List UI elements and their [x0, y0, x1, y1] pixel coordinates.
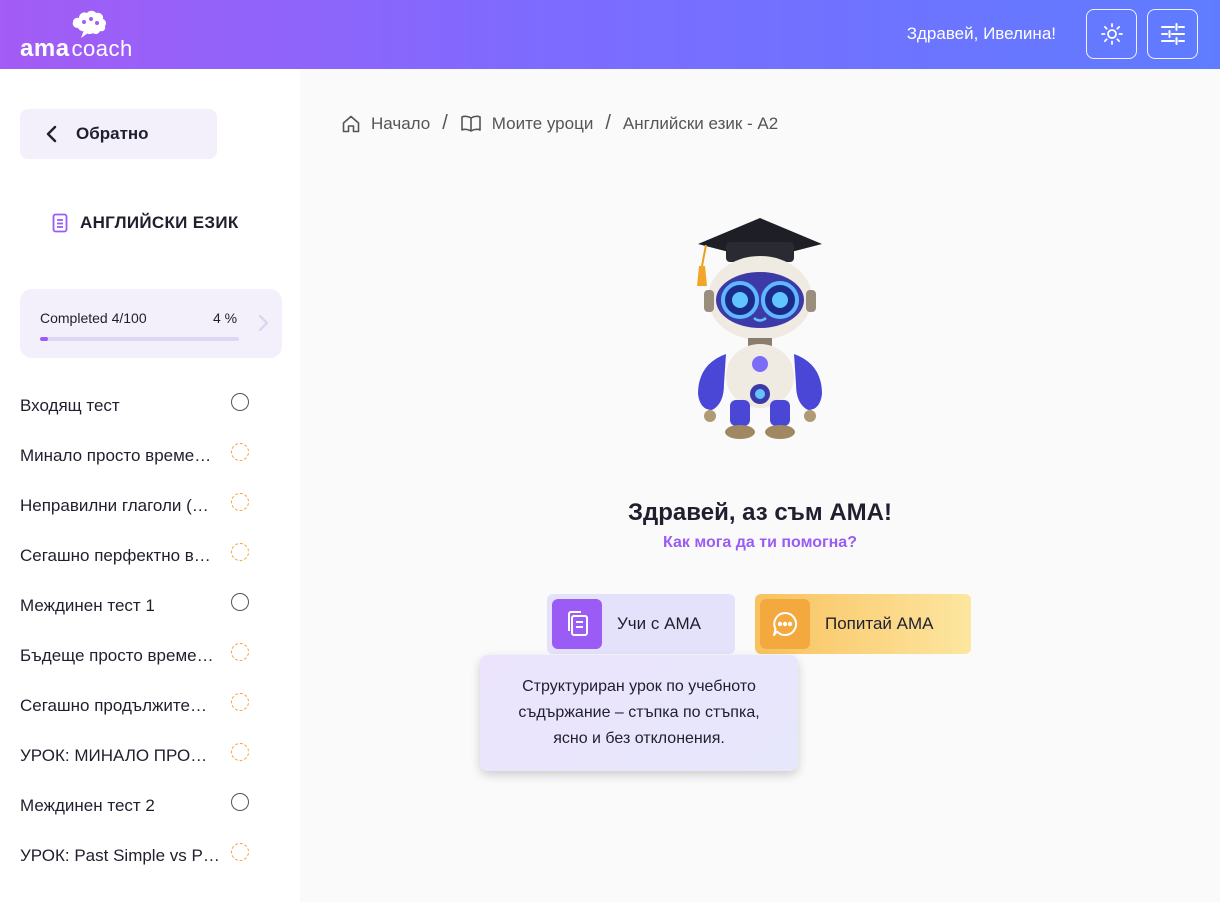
status-pending-icon	[231, 643, 249, 661]
sun-icon	[1100, 23, 1123, 45]
status-pending-icon	[231, 493, 249, 511]
ama-robot-mascot	[697, 218, 822, 439]
lesson-sidebar: Обратно АНГЛИЙСКИ ЕЗИК Completed 4/100 4…	[0, 69, 300, 902]
breadcrumb-current-label: Английски език - А2	[622, 113, 779, 133]
status-pending-icon	[231, 743, 249, 761]
course-title: АНГЛИЙСКИ ЕЗИК	[52, 213, 239, 233]
lesson-item[interactable]: Входящ тест	[20, 381, 260, 431]
hero-title: Здравей, аз съм АМА!	[628, 499, 892, 526]
breadcrumb-my-lessons[interactable]: Моите уроци	[460, 113, 594, 134]
chat-bubble-icon	[773, 611, 798, 636]
breadcrumb-home-label: Начало	[371, 113, 431, 133]
lesson-name: Бъдеще просто време…	[20, 646, 214, 665]
status-circle-icon	[231, 393, 249, 411]
status-pending-icon	[231, 843, 249, 861]
breadcrumb-current: Английски език - А2	[623, 114, 778, 134]
back-button-label: Обратно	[76, 124, 149, 143]
learn-icon-box	[552, 599, 602, 649]
logo-sub-text: coach	[71, 36, 133, 61]
lesson-name: Неправилни глаголи (…	[20, 496, 209, 515]
settings-button[interactable]	[1147, 9, 1198, 59]
lesson-item[interactable]: Неправилни глаголи (…	[20, 481, 260, 531]
logo-main-text: ama	[20, 35, 70, 62]
back-button[interactable]: Обратно	[20, 109, 217, 159]
learn-tooltip: Структуриран урок по учебното съдържание…	[480, 655, 798, 771]
chevron-left-icon	[46, 125, 57, 143]
lesson-item[interactable]: Сегашно продължите…	[20, 681, 260, 731]
learn-tooltip-text: Структуриран урок по учебното съдържание…	[518, 678, 760, 747]
ama-coach-logo[interactable]: amacoach	[18, 8, 148, 62]
lesson-name: Минало просто време…	[20, 446, 212, 465]
breadcrumb-home[interactable]: Начало	[341, 114, 430, 134]
lesson-item[interactable]: Минало просто време…	[20, 431, 260, 481]
status-pending-icon	[231, 443, 249, 461]
open-book-icon	[460, 115, 481, 132]
theme-toggle-button[interactable]	[1086, 9, 1137, 59]
lesson-item[interactable]: Междинен тест 2	[20, 781, 260, 831]
lesson-name: УРОК: МИНАЛО ПРО…	[20, 746, 208, 765]
ask-button-label: Попитай АМА	[825, 614, 934, 633]
user-greeting: Здравей, Ивелина!	[906, 24, 1056, 43]
breadcrumb-my-lessons-label: Моите уроци	[491, 113, 594, 133]
lesson-item[interactable]: УРОК: МИНАЛО ПРО…	[20, 731, 260, 781]
progress-percent: 4 %	[213, 310, 238, 326]
status-pending-icon	[231, 543, 249, 561]
home-icon	[342, 115, 360, 132]
top-header: amacoach Здравей, Ивелина!	[0, 0, 1220, 69]
sliders-icon	[1160, 23, 1185, 45]
course-title-text: АНГЛИЙСКИ ЕЗИК	[80, 213, 239, 232]
lesson-list: Входящ тест Минало просто време… Неправилн…	[20, 381, 260, 881]
learn-button-label: Учи с АМА	[617, 614, 701, 633]
progress-label: Completed 4/100	[40, 310, 147, 326]
lesson-name: Сегашно продължите…	[20, 696, 207, 715]
chevron-right-icon	[258, 314, 269, 332]
hero-subtitle: Как мога да ти помогна?	[663, 534, 857, 551]
copy-book-icon	[568, 611, 588, 636]
lesson-item[interactable]: Бъдеще просто време…	[20, 631, 260, 681]
progress-bar	[40, 337, 239, 341]
progress-bar-fill	[40, 337, 48, 341]
book-icon	[52, 213, 68, 233]
lesson-name: Входящ тест	[20, 396, 120, 415]
status-circle-icon	[231, 793, 249, 811]
breadcrumb-separator: /	[605, 112, 611, 134]
ask-icon-box	[760, 599, 810, 649]
status-circle-icon	[231, 593, 249, 611]
lesson-name: Междинен тест 1	[20, 596, 155, 615]
breadcrumb-separator: /	[442, 112, 448, 134]
progress-card[interactable]: Completed 4/100 4 %	[20, 289, 282, 358]
status-pending-icon	[231, 693, 249, 711]
breadcrumb: Начало / Моите уроци / Английски език - …	[341, 112, 778, 135]
lesson-name: Сегашно перфектно в…	[20, 546, 211, 565]
lesson-item[interactable]: Сегашно перфектно в…	[20, 531, 260, 581]
lesson-name: Междинен тест 2	[20, 796, 155, 815]
lesson-name: УРОК: Past Simple vs P…	[20, 846, 220, 865]
ask-ama-button[interactable]: Попитай АМА	[755, 594, 971, 654]
lesson-item[interactable]: Междинен тест 1	[20, 581, 260, 631]
lesson-item[interactable]: УРОК: Past Simple vs P…	[20, 831, 260, 881]
learn-with-ama-button[interactable]: Учи с АМА	[547, 594, 735, 654]
